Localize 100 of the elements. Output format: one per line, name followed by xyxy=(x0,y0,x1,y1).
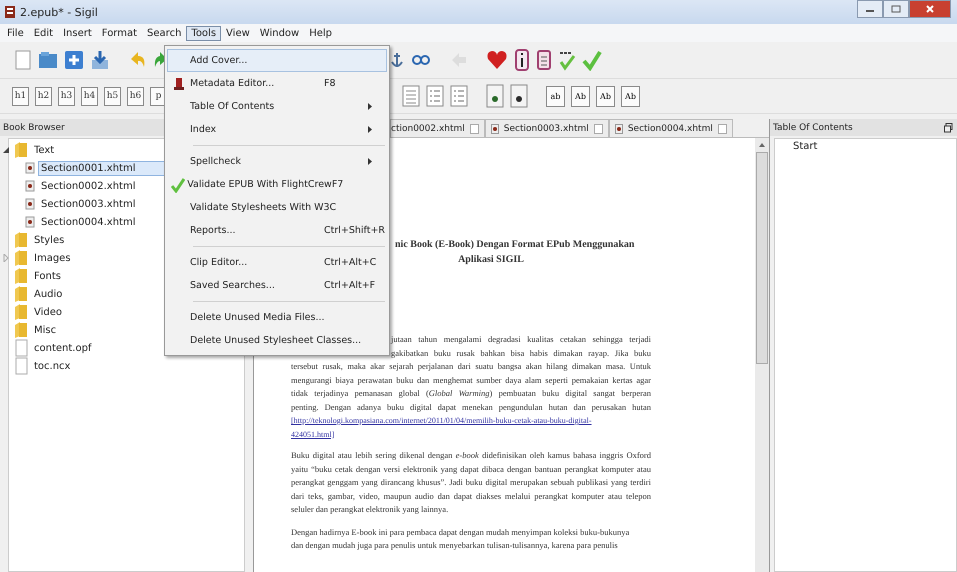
close-icon xyxy=(925,5,935,13)
scrollbar[interactable] xyxy=(755,138,769,572)
tree-item[interactable]: toc.ncx xyxy=(31,358,74,374)
maximize-icon xyxy=(891,5,901,13)
close-button[interactable] xyxy=(909,0,951,18)
numbered-list-icon[interactable] xyxy=(450,85,468,107)
page-icon[interactable] xyxy=(486,84,504,108)
menu-item[interactable]: Saved Searches... Ctrl+Alt+F xyxy=(167,274,387,297)
menu-item[interactable]: Clip Editor... Ctrl+Alt+C xyxy=(167,251,387,274)
page-icon xyxy=(25,198,35,210)
book-icon xyxy=(173,76,185,90)
editor-tab[interactable]: Section0004.xhtml xyxy=(608,119,733,137)
folder-icon xyxy=(14,303,28,321)
list-icon[interactable] xyxy=(402,85,420,107)
open-folder-icon[interactable] xyxy=(38,50,58,70)
folder-icon xyxy=(14,321,28,339)
panel-title: Table Of Contents xyxy=(773,122,853,132)
page-icon[interactable] xyxy=(510,84,528,108)
link[interactable]: [http://teknologi.kompasiana.com/internet/2011/01/04/memilih-buku-cetak-atau-buku-digital- xyxy=(291,414,592,428)
text-style-button[interactable]: Ab xyxy=(571,86,590,106)
tree-item[interactable]: Section0002.xhtml xyxy=(38,178,138,194)
expanded-arrow-icon[interactable] xyxy=(2,146,10,154)
tree-item[interactable]: Video xyxy=(31,304,66,320)
heading-button[interactable]: h2 xyxy=(35,86,52,106)
page-icon xyxy=(614,124,623,134)
info-icon[interactable] xyxy=(514,49,530,71)
bulleted-list-icon[interactable] xyxy=(426,85,444,107)
file-icon xyxy=(14,357,28,375)
float-panel-icon[interactable] xyxy=(944,122,953,132)
scrollbar-thumb[interactable] xyxy=(756,152,768,364)
heading-button[interactable]: h1 xyxy=(12,86,29,106)
menu-item[interactable]: Tools xyxy=(186,26,222,40)
tree-item[interactable]: Section0004.xhtml xyxy=(38,214,138,230)
menu-item[interactable]: Table Of Contents xyxy=(167,95,387,118)
heading-button[interactable]: h6 xyxy=(127,86,144,106)
menu-item[interactable]: Insert xyxy=(58,26,97,40)
text-line: Dengan hadirnya E-book ini para pembaca dapat dengan mudah menyimpan koleksi buku-bukunya xyxy=(291,526,630,539)
menu-item[interactable]: Help xyxy=(304,26,338,40)
text-style-button[interactable]: ab xyxy=(546,86,565,106)
window-title: 2.epub* - Sigil xyxy=(20,6,98,18)
tree-item[interactable]: Misc xyxy=(31,322,60,338)
text-line: mengurangi biaya perawatan buku dan menghemat sumber daya alam seperti pemakaian kertas agar xyxy=(291,374,651,387)
file-icon xyxy=(14,339,28,357)
heading-button[interactable]: h3 xyxy=(58,86,75,106)
document-heading: nic Book (E-Book) Dengan Format EPub Menggunakan xyxy=(395,238,636,252)
folder-icon xyxy=(14,285,28,303)
editor-tab[interactable]: ction0002.xhtml xyxy=(390,119,485,137)
book-stack-icon[interactable] xyxy=(536,49,552,71)
editor-tab[interactable]: Section0003.xhtml xyxy=(484,119,609,137)
tree-item[interactable]: Fonts xyxy=(31,268,64,284)
text-line: tidak terjadinya pemanasan global (Global Warming) pembuatan buku digital sangat berperan xyxy=(291,387,651,400)
text-line: gakibatkan buku rusak bahkan bisa habis dimakan rayap. Jika buku xyxy=(391,346,651,360)
folder-icon xyxy=(14,231,28,249)
spellcheck-icon[interactable] xyxy=(558,49,576,71)
folder-icon xyxy=(14,267,28,285)
link[interactable]: 424051.html] xyxy=(291,428,334,441)
tree-item[interactable]: Text xyxy=(31,142,58,158)
text-line: dan dengan mudah juga para penulis untuk menyebarkan tulisan-tulisannya, karena para penulis xyxy=(291,539,618,552)
tree-item[interactable]: Styles xyxy=(31,232,68,248)
tree-item[interactable]: Images xyxy=(31,250,74,266)
heart-icon[interactable] xyxy=(486,49,508,71)
anchor-icon[interactable] xyxy=(390,50,404,70)
menu-item[interactable]: Reports... Ctrl+Shift+R xyxy=(167,219,387,242)
page-icon xyxy=(490,124,499,134)
page-icon xyxy=(25,162,35,174)
text-style-button[interactable]: Ab xyxy=(621,86,640,106)
menu-item[interactable]: Metadata Editor... F8 xyxy=(167,72,387,95)
tree-item[interactable]: content.opf xyxy=(31,340,94,356)
heading-button[interactable]: h5 xyxy=(104,86,121,106)
tree-item[interactable]: Section0003.xhtml xyxy=(38,196,138,212)
app-icon xyxy=(4,5,16,19)
paragraph: Buku digital atau lebih sering dikenal dengan e-book didefinisikan oleh kamus bahasa inggris Oxford yaitu “buku cetak dengan versi elektronik yang dapat dibaca dengan bantuan perangkat komputer atau perangkat genggam yang dirancang khusus”. Jadi buku digital merupakan sebuah publikasi yang terdiri dari teks, gambar, video, maupun audio dan dapat diakses melalui perangkat komputer atau telepon seluler dan perangkat elektronik yang lainnya. xyxy=(291,449,651,516)
page-icon xyxy=(25,180,35,192)
scroll-up-icon[interactable] xyxy=(758,142,766,148)
add-icon[interactable] xyxy=(64,50,84,70)
maximize-button[interactable] xyxy=(883,0,909,18)
menu-item[interactable]: Search xyxy=(142,26,186,40)
text-line: jutaan tahun mengalami degradasi kualitas cetakan sehingga terjadi xyxy=(391,333,651,346)
page-icon xyxy=(25,216,35,228)
menu-item[interactable]: Edit xyxy=(28,26,58,40)
menu-item[interactable]: Delete Unused Media Files... xyxy=(167,306,387,329)
menu-item[interactable]: Window xyxy=(254,26,304,40)
minimize-button[interactable] xyxy=(857,0,883,18)
new-file-icon[interactable] xyxy=(14,50,32,70)
text-line: tersebut rusak, maka akar sejarah perjalanan dari suatu bangsa akan hilang dimakan masa. Untuk xyxy=(291,360,651,373)
menu-item[interactable]: File xyxy=(2,26,29,40)
tree-item[interactable]: Audio xyxy=(31,286,66,302)
menu-item[interactable]: Validate EPUB With FlightCrewF7 xyxy=(167,173,387,196)
download-icon[interactable] xyxy=(90,50,110,70)
menu-item[interactable]: Add Cover... xyxy=(167,49,387,72)
folder-icon xyxy=(14,141,28,159)
text-style-button[interactable]: Ab xyxy=(596,86,615,106)
toc-item[interactable]: Start xyxy=(793,141,818,152)
menu-item[interactable]: Delete Unused Stylesheet Classes... xyxy=(167,329,387,352)
menu-item[interactable]: View xyxy=(221,26,255,40)
menu-item[interactable]: Validate Stylesheets With W3C xyxy=(167,196,387,219)
heading-button[interactable]: h4 xyxy=(81,86,98,106)
text-line: penting. Dengan adanya buku digital dapat menekan pengundulan hutan dan perusakan hutan xyxy=(291,400,651,414)
menu-item[interactable]: Format xyxy=(96,26,142,40)
checkmark-icon[interactable] xyxy=(582,49,602,71)
